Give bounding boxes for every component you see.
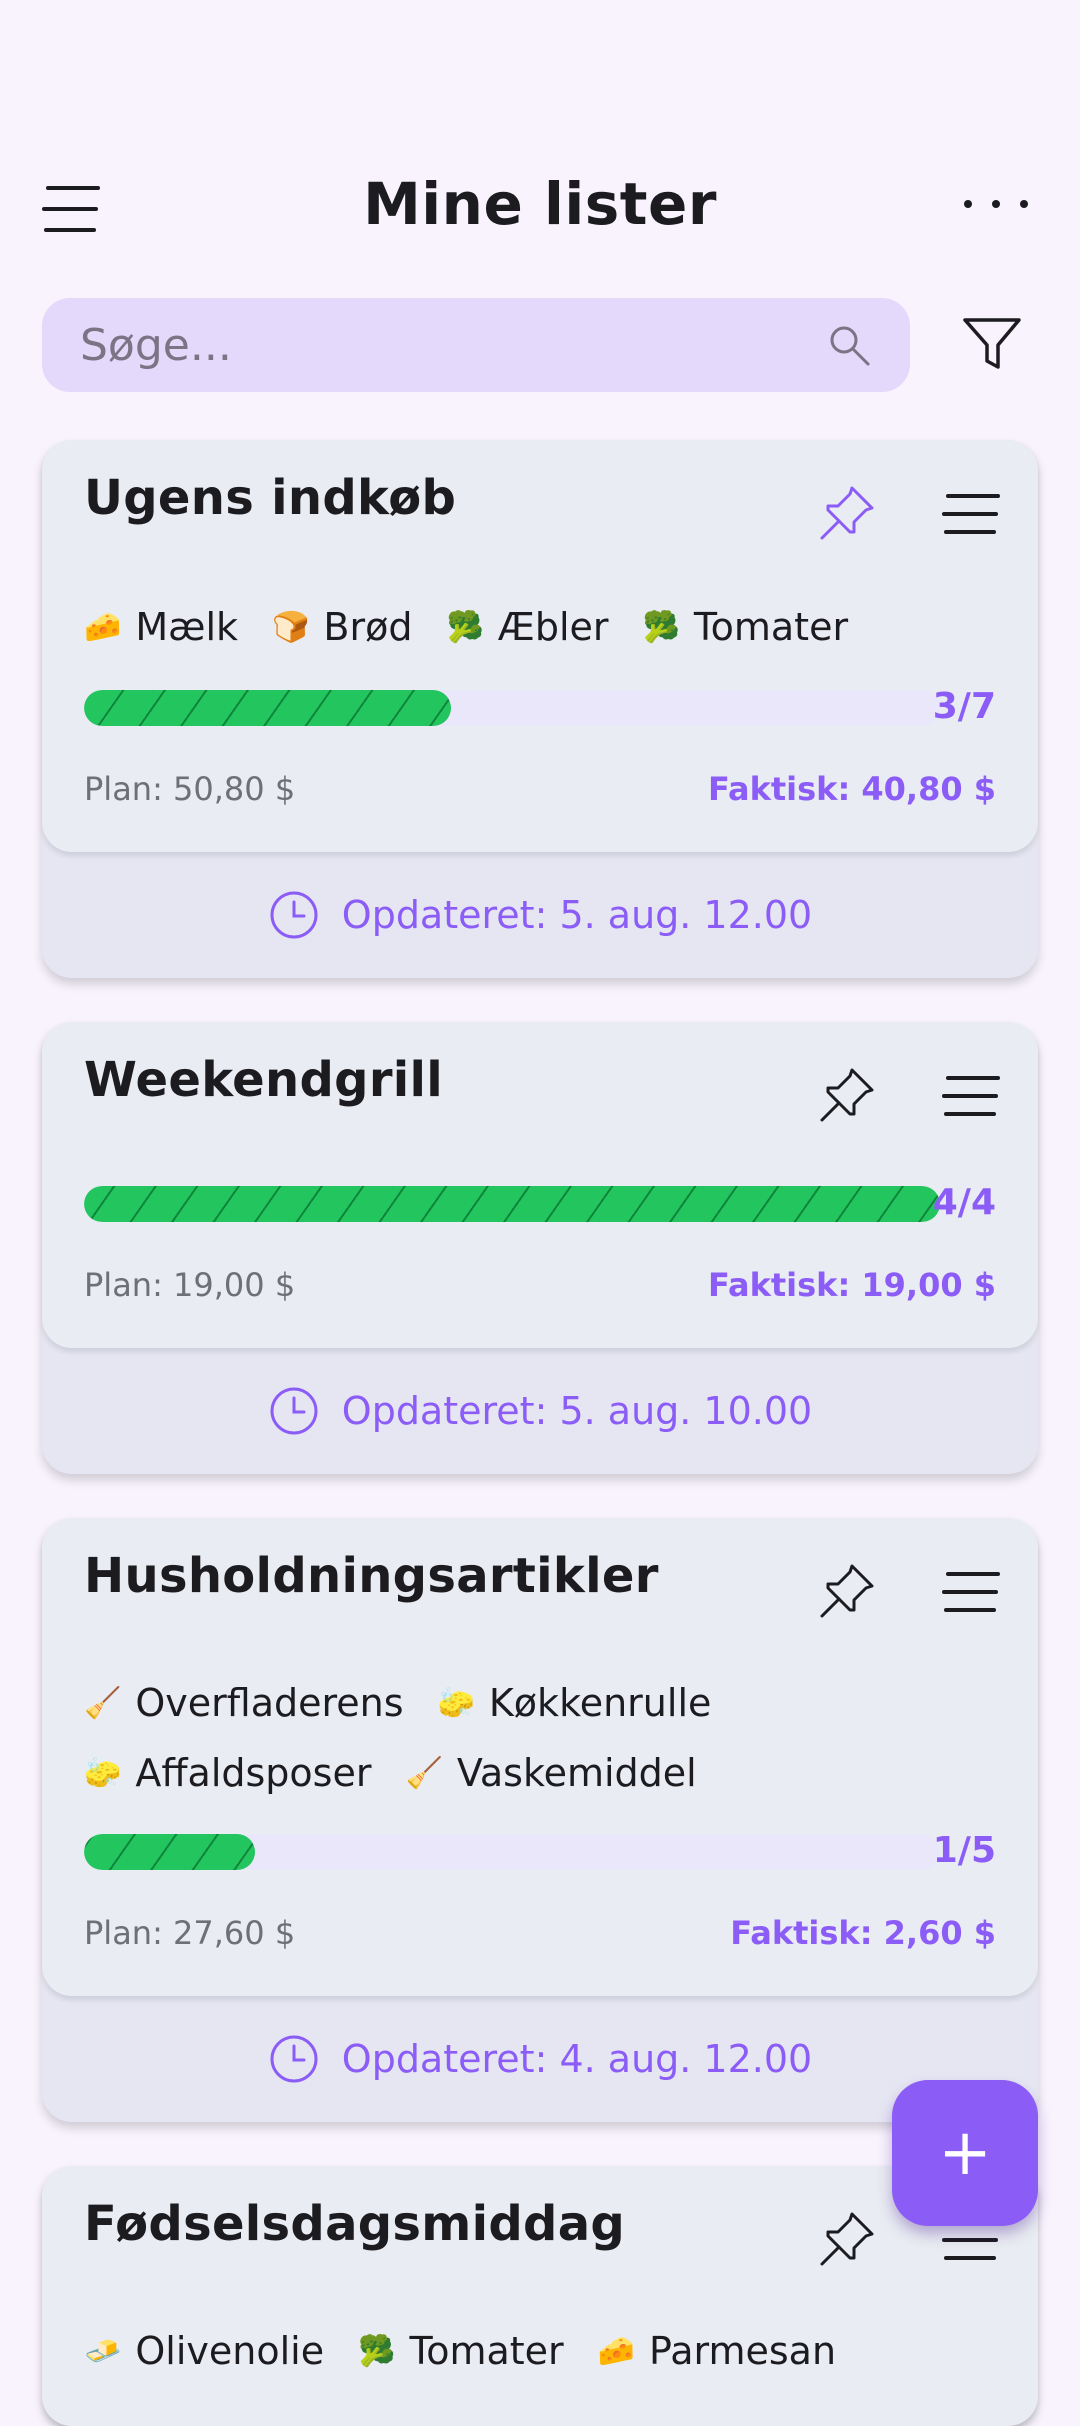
progress-bar	[84, 1186, 940, 1222]
add-list-button[interactable]: +	[892, 2080, 1038, 2226]
progress-fill	[84, 1834, 256, 1870]
actual-cost: Faktisk: 19,00 $	[707, 1266, 996, 1304]
list-item: 🍞 Brød	[272, 605, 412, 649]
progress-count: 4/4	[932, 1182, 996, 1223]
planned-cost: Plan: 19,00 $	[84, 1266, 296, 1304]
item-label: Tomater	[693, 605, 849, 649]
sponge-icon: 🧽	[84, 1755, 122, 1791]
item-label: Olivenolie	[135, 2329, 325, 2373]
item-label: Overfladerens	[135, 1681, 404, 1725]
progress-fill	[84, 1186, 940, 1222]
planned-cost: Plan: 50,80 $	[84, 770, 296, 808]
pin-icon[interactable]	[816, 2208, 878, 2270]
item-label: Parmesan	[649, 2329, 837, 2373]
pin-icon[interactable]	[816, 1560, 878, 1622]
list-item: 🧹 Overfladerens	[84, 1681, 404, 1725]
drag-handle-icon[interactable]	[942, 494, 1002, 538]
list-item: 🧹 Vaskemiddel	[405, 1751, 696, 1795]
updated-text: Opdateret: 5. aug. 10.00	[341, 1389, 813, 1433]
bread-icon: 🍞	[272, 609, 310, 645]
broom-icon: 🧹	[84, 1685, 122, 1721]
item-preview: 🧹 Overfladerens 🧽 Køkkenrulle 🧽 Affaldspose…	[84, 1668, 984, 1808]
pin-icon[interactable]	[816, 1064, 878, 1126]
broom-icon: 🧹	[405, 1755, 443, 1791]
item-label: Køkkenrulle	[488, 1681, 712, 1725]
item-preview: 🧀 Mælk 🍞 Brød 🥦 Æbler 🥦 Tomater	[84, 592, 984, 662]
drag-handle-icon[interactable]	[942, 1572, 1002, 1616]
list-title: Weekendgrill	[84, 1052, 444, 1108]
cheese-icon: 🧀	[84, 609, 122, 645]
progress-fill	[84, 690, 451, 726]
list-card[interactable]: Husholdningsartikler 🧹 Overfladerens 🧽 Køk…	[42, 1518, 1038, 2122]
updated-footer: Opdateret: 5. aug. 12.00	[42, 852, 1038, 978]
list-title: Husholdningsartikler	[84, 1548, 659, 1604]
pin-icon[interactable]	[816, 482, 878, 544]
list-item: 🧈 Olivenolie	[84, 2329, 324, 2373]
butter-icon: 🧈	[84, 2333, 122, 2369]
list-title: Fødselsdagsmiddag	[84, 2196, 626, 2252]
progress-count: 1/5	[932, 1830, 996, 1871]
list-card[interactable]: Fødselsdagsmiddag 🧈 Olivenolie 🥦 Tomater 🧀…	[42, 2166, 1038, 2426]
planned-cost: Plan: 27,60 $	[84, 1914, 296, 1952]
progress-bar	[84, 1834, 940, 1870]
broccoli-icon: 🥦	[642, 609, 680, 645]
item-label: Vaskemiddel	[456, 1751, 697, 1795]
actual-cost: Faktisk: 2,60 $	[730, 1914, 996, 1952]
item-label: Æbler	[497, 605, 609, 649]
plus-icon: +	[938, 2116, 992, 2190]
clock-icon	[270, 2035, 318, 2083]
search-icon[interactable]	[824, 320, 874, 370]
list-item: 🧽 Køkkenrulle	[438, 1681, 712, 1725]
top-app-bar: Mine lister	[0, 150, 1080, 270]
list-item: 🧀 Mælk	[84, 605, 238, 649]
progress-count: 3/7	[932, 686, 996, 727]
list-card[interactable]: Ugens indkøb 🧀 Mælk 🍞 Brød 🥦 Æbler 🥦 Tomater…	[42, 440, 1038, 978]
updated-text: Opdateret: 4. aug. 12.00	[341, 2037, 813, 2081]
search-input[interactable]	[80, 298, 800, 392]
filter-icon[interactable]	[960, 312, 1024, 376]
progress-bar	[84, 690, 940, 726]
updated-footer: Opdateret: 5. aug. 10.00	[42, 1348, 1038, 1474]
clock-icon	[270, 891, 318, 939]
drag-handle-icon[interactable]	[942, 2220, 1002, 2264]
list-item: 🧀 Parmesan	[598, 2329, 836, 2373]
broccoli-icon: 🥦	[446, 609, 484, 645]
updated-footer: Opdateret: 4. aug. 12.00	[42, 1996, 1038, 2122]
list-title: Ugens indkøb	[84, 470, 457, 526]
clock-icon	[270, 1387, 318, 1435]
list-card[interactable]: Weekendgrill 4/4 Plan: 19,00 $ Faktisk: …	[42, 1022, 1038, 1474]
search-bar[interactable]	[42, 298, 910, 392]
drag-handle-icon[interactable]	[942, 1076, 1002, 1120]
cheese-icon: 🧀	[597, 2333, 636, 2369]
item-label: Affaldsposer	[135, 1751, 372, 1795]
actual-cost: Faktisk: 40,80 $	[707, 770, 996, 808]
item-label: Tomater	[409, 2329, 564, 2373]
list-item: 🥦 Tomater	[643, 605, 849, 649]
list-item: 🥦 Tomater	[358, 2329, 564, 2373]
item-label: Brød	[323, 605, 413, 649]
item-preview: 🧈 Olivenolie 🥦 Tomater 🧀 Parmesan	[84, 2316, 984, 2386]
list-item: 🧽 Affaldsposer	[84, 1751, 371, 1795]
broccoli-icon: 🥦	[358, 2333, 396, 2369]
list-item: 🥦 Æbler	[446, 605, 608, 649]
page-title: Mine lister	[363, 170, 717, 238]
more-options-icon[interactable]	[964, 194, 1028, 214]
item-label: Mælk	[135, 605, 239, 649]
sponge-icon: 🧽	[437, 1685, 475, 1721]
updated-text: Opdateret: 5. aug. 12.00	[341, 893, 813, 937]
